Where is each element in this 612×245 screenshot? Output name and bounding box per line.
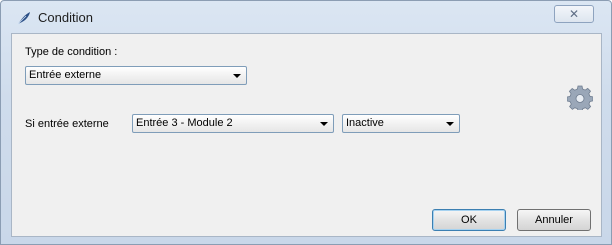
condition-type-label: Type de condition : xyxy=(25,46,118,58)
external-input-label: Si entrée externe xyxy=(25,118,109,130)
chevron-down-icon xyxy=(233,74,241,78)
condition-dialog: Condition ✕ Type de condition : Entrée e… xyxy=(0,0,612,245)
condition-type-select[interactable]: Entrée externe xyxy=(25,66,247,85)
close-button[interactable]: ✕ xyxy=(554,5,594,23)
window-title: Condition xyxy=(38,10,93,25)
condition-type-value: Entrée externe xyxy=(29,69,102,81)
chevron-down-icon xyxy=(446,122,454,126)
external-input-select[interactable]: Entrée 3 - Module 2 xyxy=(132,114,334,133)
external-input-value: Entrée 3 - Module 2 xyxy=(136,117,233,129)
chevron-down-icon xyxy=(320,122,328,126)
input-state-value: Inactive xyxy=(346,117,384,129)
input-state-select[interactable]: Inactive xyxy=(342,114,460,133)
gear-icon xyxy=(567,85,593,110)
ok-button[interactable]: OK xyxy=(432,209,506,231)
close-icon: ✕ xyxy=(568,7,580,21)
title-bar[interactable]: Condition ✕ xyxy=(1,1,611,31)
feather-icon xyxy=(17,12,30,25)
cancel-button[interactable]: Annuler xyxy=(517,209,591,231)
dialog-body: Type de condition : Entrée externe Si en… xyxy=(11,33,602,237)
